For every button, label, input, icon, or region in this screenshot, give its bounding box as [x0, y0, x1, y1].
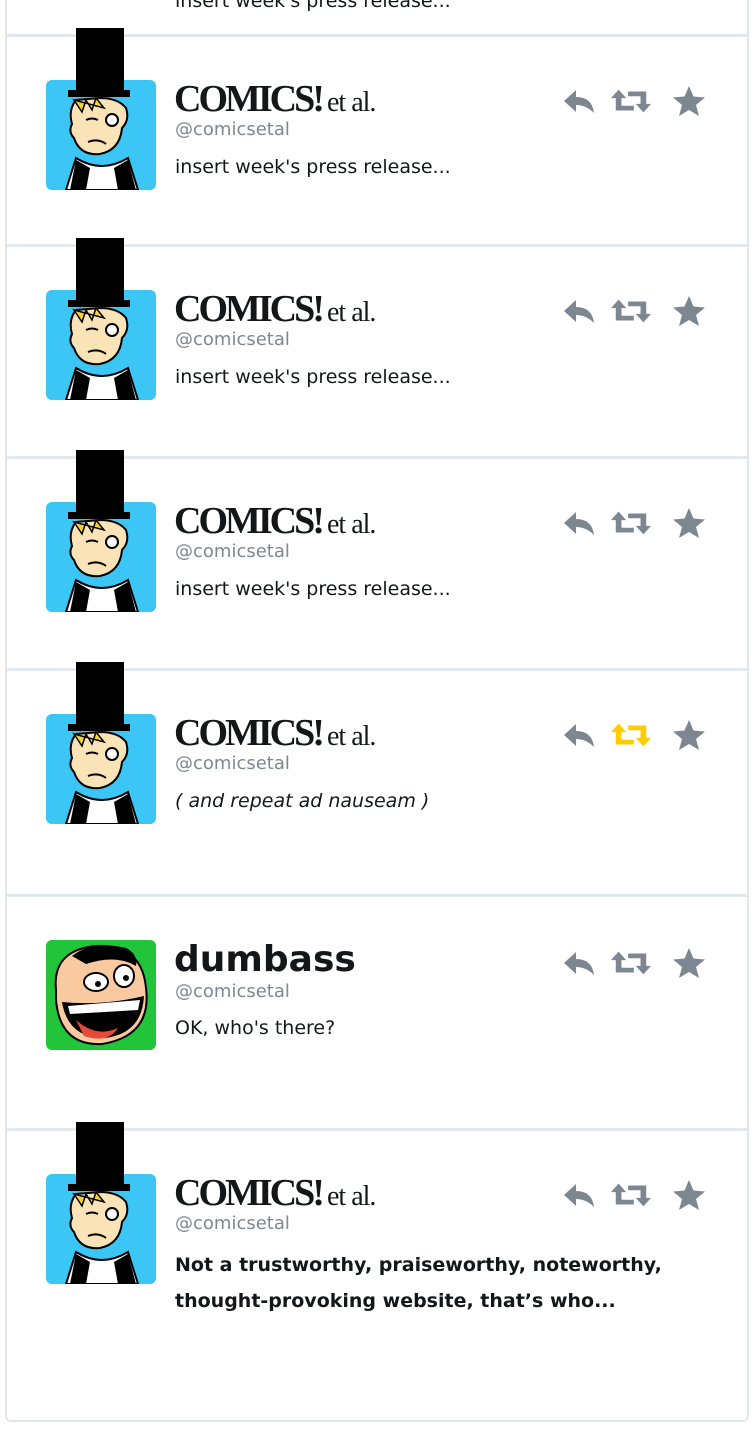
tweet-actions — [559, 81, 719, 121]
favorite-button[interactable] — [669, 943, 709, 983]
handle[interactable]: @comicsetal — [175, 119, 290, 140]
divider — [7, 894, 747, 897]
tweet-feed: insert week's press release... COMICS! e… — [5, 0, 749, 1422]
name-suffix: et al. — [326, 87, 376, 118]
favorite-button[interactable] — [669, 1175, 709, 1215]
tweet-actions — [559, 1175, 719, 1215]
display-name[interactable]: dumbass — [174, 939, 356, 980]
favorite-button[interactable] — [669, 503, 709, 543]
reply-icon — [564, 724, 594, 747]
name-logo: COMICS! — [174, 712, 325, 754]
retweet-button-active[interactable] — [611, 715, 651, 755]
name-logo: COMICS! — [174, 500, 325, 542]
retweet-icon — [611, 1183, 651, 1207]
reply-button[interactable] — [559, 291, 599, 331]
handle[interactable]: @comicsetal — [175, 753, 290, 774]
tweet-text-fragment: insert week's press release... — [175, 0, 451, 12]
handle[interactable]: @comicsetal — [175, 329, 290, 350]
name-logo: COMICS! — [174, 288, 325, 330]
star-icon — [673, 296, 705, 326]
tweet-actions — [559, 943, 719, 983]
star-icon — [673, 1180, 705, 1210]
display-name[interactable]: COMICS! et al. — [174, 77, 376, 121]
reply-icon — [564, 952, 594, 975]
tophat-man-icon — [64, 28, 140, 190]
tweet-text: insert week's press release... — [175, 578, 451, 600]
display-name[interactable]: COMICS! et al. — [174, 499, 376, 543]
reply-button[interactable] — [559, 503, 599, 543]
reply-icon — [564, 300, 594, 323]
tweet-actions — [559, 503, 719, 543]
retweet-icon — [611, 89, 651, 113]
retweet-icon — [611, 299, 651, 323]
name-suffix: et al. — [326, 297, 376, 328]
star-icon — [673, 948, 705, 978]
retweet-button[interactable] — [611, 943, 651, 983]
tophat-man-icon — [64, 450, 140, 612]
display-name[interactable]: COMICS! et al. — [174, 287, 376, 331]
retweet-icon — [611, 511, 651, 535]
retweet-button[interactable] — [611, 81, 651, 121]
reply-button[interactable] — [559, 943, 599, 983]
retweet-icon — [611, 723, 651, 747]
handle[interactable]: @comicsetal — [175, 981, 290, 1002]
tweet-text: OK, who's there? — [175, 1017, 336, 1039]
laughing-man-icon — [54, 944, 148, 1046]
reply-button[interactable] — [559, 715, 599, 755]
display-name[interactable]: COMICS! et al. — [174, 1171, 376, 1215]
reply-button[interactable] — [559, 1175, 599, 1215]
star-icon — [673, 720, 705, 750]
tophat-man-icon — [64, 238, 140, 400]
retweet-icon — [611, 951, 651, 975]
tweet-text: insert week's press release... — [175, 156, 451, 178]
name-plain: dumbass — [174, 939, 356, 980]
tweet-actions — [559, 715, 719, 755]
handle[interactable]: @comicsetal — [175, 1213, 290, 1234]
star-icon — [673, 86, 705, 116]
tweet-text: Not a trustworthy, praiseworthy, notewor… — [175, 1254, 662, 1312]
handle[interactable]: @comicsetal — [175, 541, 290, 562]
reply-button[interactable] — [559, 81, 599, 121]
tweet-actions — [559, 291, 719, 331]
retweet-button[interactable] — [611, 503, 651, 543]
retweet-button[interactable] — [611, 1175, 651, 1215]
name-suffix: et al. — [326, 1181, 376, 1212]
tweet-text: insert week's press release... — [175, 366, 451, 388]
name-logo: COMICS! — [174, 78, 325, 120]
name-suffix: et al. — [326, 721, 376, 752]
tophat-man-icon — [64, 662, 140, 824]
name-suffix: et al. — [326, 509, 376, 540]
favorite-button[interactable] — [669, 715, 709, 755]
retweet-button[interactable] — [611, 291, 651, 331]
star-icon — [673, 508, 705, 538]
name-logo: COMICS! — [174, 1172, 325, 1214]
reply-icon — [564, 512, 594, 535]
reply-icon — [564, 90, 594, 113]
display-name[interactable]: COMICS! et al. — [174, 711, 376, 755]
favorite-button[interactable] — [669, 291, 709, 331]
tophat-man-icon — [64, 1122, 140, 1284]
reply-icon — [564, 1184, 594, 1207]
tweet-text: ( and repeat ad nauseam ) — [175, 790, 430, 812]
favorite-button[interactable] — [669, 81, 709, 121]
